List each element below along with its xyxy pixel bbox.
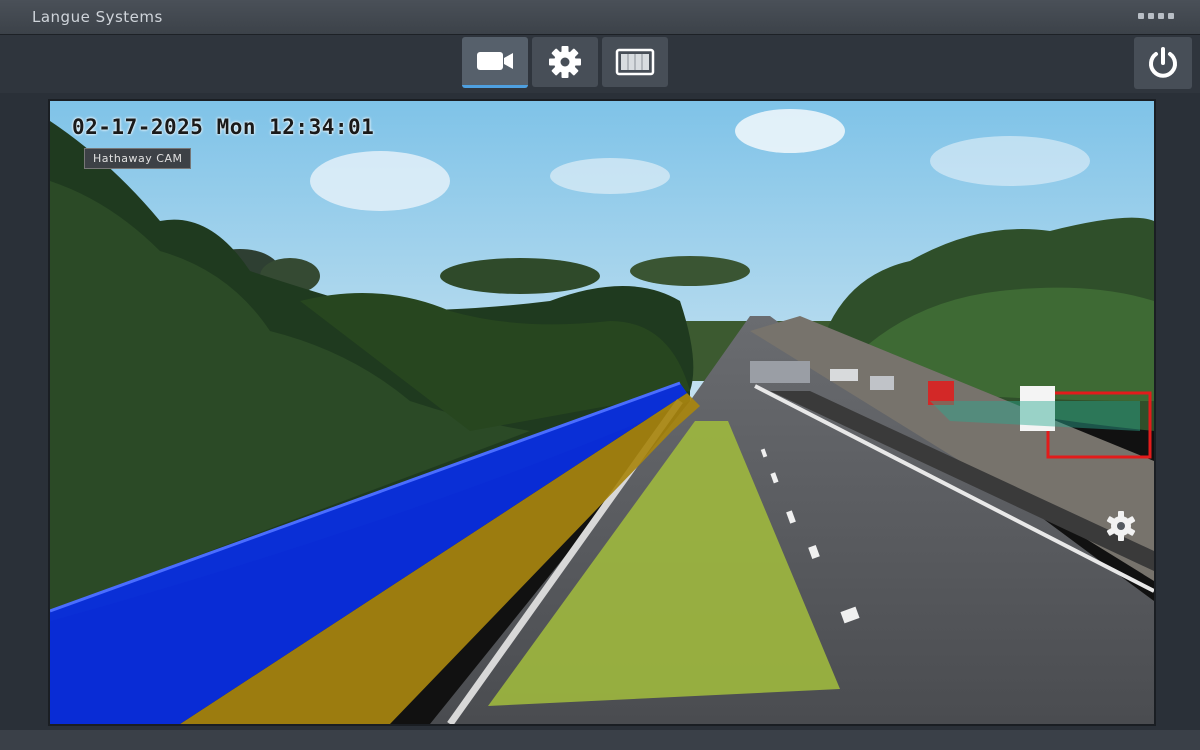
power-button[interactable] — [1134, 37, 1192, 89]
live-view-button[interactable] — [462, 37, 528, 88]
overlay-settings-button[interactable] — [1104, 509, 1138, 547]
video-camera-icon — [477, 52, 513, 70]
window-controls[interactable] — [1138, 13, 1174, 19]
gear-icon — [549, 46, 581, 78]
camera-feed[interactable]: 02-17-2025 Mon 12:34:01 Hathaway CAM — [48, 99, 1156, 726]
power-icon — [1149, 47, 1177, 78]
display-button[interactable] — [602, 37, 668, 87]
status-bar — [0, 730, 1200, 750]
osd-channel-label: Hathaway CAM — [84, 148, 192, 169]
window-dot[interactable] — [1158, 13, 1164, 19]
camera-scene — [50, 101, 1154, 724]
window-dot[interactable] — [1168, 13, 1174, 19]
title-bar: Langue Systems — [0, 0, 1200, 35]
app-title: Langue Systems — [32, 8, 163, 26]
osd-timestamp: 02-17-2025 Mon 12:34:01 — [72, 115, 375, 139]
window-dot[interactable] — [1138, 13, 1144, 19]
toolbar — [0, 35, 1200, 93]
display-panel-icon — [615, 48, 655, 76]
window-dot[interactable] — [1148, 13, 1154, 19]
settings-button[interactable] — [532, 37, 598, 87]
gear-icon — [1106, 511, 1136, 541]
